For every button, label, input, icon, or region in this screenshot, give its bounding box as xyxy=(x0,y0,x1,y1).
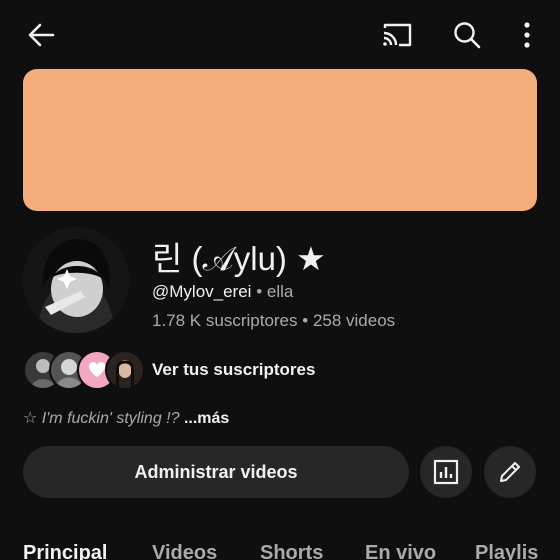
view-subscribers-link[interactable]: Ver tus suscriptores xyxy=(152,360,315,380)
top-app-bar xyxy=(0,0,560,68)
back-button[interactable] xyxy=(22,16,60,54)
description-text: ☆ I'm fuckin' styling !? xyxy=(23,410,180,427)
video-count: 258 videos xyxy=(312,311,396,330)
channel-pronouns: ella xyxy=(266,282,294,301)
more-link[interactable]: ...más xyxy=(184,410,229,427)
tab-en-vivo[interactable]: En vivo xyxy=(365,542,436,560)
search-button[interactable] xyxy=(448,16,486,54)
channel-avatar[interactable] xyxy=(23,227,129,333)
arrow-left-icon xyxy=(28,23,55,47)
pencil-icon xyxy=(500,462,520,482)
separator-dot: • xyxy=(256,282,263,301)
manage-videos-button[interactable]: Administrar videos xyxy=(23,446,409,498)
cast-icon xyxy=(383,23,412,47)
tab-videos[interactable]: Videos xyxy=(152,542,217,560)
channel-banner[interactable] xyxy=(23,69,537,211)
more-options-button[interactable] xyxy=(510,16,544,54)
channel-name: 린 (𝒜ylu) ★ xyxy=(152,240,326,277)
more-vertical-icon xyxy=(524,22,530,48)
subscriber-avatar xyxy=(105,350,145,390)
channel-description[interactable]: ☆ I'm fuckin' styling !? ...más xyxy=(23,408,229,428)
tab-shorts[interactable]: Shorts xyxy=(260,542,323,560)
avatar-image xyxy=(23,227,129,333)
manage-videos-label: Administrar videos xyxy=(134,461,298,482)
channel-handle[interactable]: @Mylov_erei xyxy=(152,282,251,301)
channel-tabs: Principal Videos Shorts En vivo Playlis xyxy=(0,540,560,560)
channel-stats-row: 1.78 K suscriptores • 258 videos xyxy=(152,311,395,331)
edit-channel-button[interactable] xyxy=(484,446,536,498)
subscriber-count: 1.78 K suscriptores xyxy=(152,311,298,330)
channel-handle-row: @Mylov_erei • ella xyxy=(152,282,293,302)
search-icon xyxy=(454,22,481,49)
tab-principal[interactable]: Principal xyxy=(23,542,107,560)
analytics-button[interactable] xyxy=(420,446,472,498)
tab-playlists[interactable]: Playlis xyxy=(475,542,538,560)
separator-dot: • xyxy=(302,311,309,330)
analytics-icon xyxy=(433,459,459,485)
cast-button[interactable] xyxy=(378,16,416,54)
